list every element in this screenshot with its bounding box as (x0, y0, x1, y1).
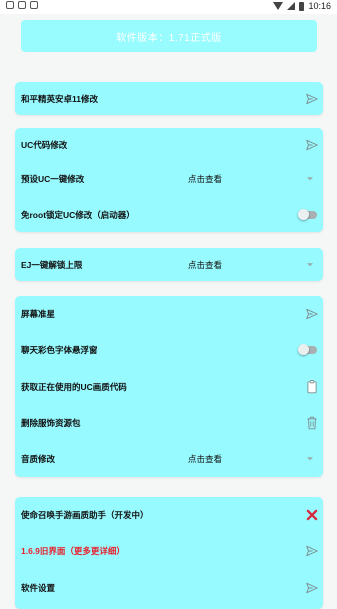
row-label: 获取正在使用的UC画质代码 (21, 381, 127, 392)
row-label: UC代码修改 (21, 139, 68, 150)
row-label: 和平精英安卓11修改 (21, 93, 98, 104)
row-value: 点击查看 (188, 174, 223, 184)
version-banner[interactable]: 软件版本：1.71正式版 (21, 20, 317, 52)
send-icon (306, 308, 318, 319)
row-noroot-lock[interactable]: 免root锁定UC修改（启动器） (15, 197, 323, 232)
card-tools: 屏幕准星 聊天彩色字体悬浮窗 获取正在使用的UC画质代码 删除服饰资源包 音质修… (15, 296, 323, 477)
trash-icon (307, 416, 317, 430)
row-label: 1.6.9旧界面（更多更详细） (21, 546, 125, 556)
card-uc-code: UC代码修改 预设UC一键修改 点击查看 免root锁定UC修改（启动器） (15, 128, 323, 232)
row-uc-code-edit[interactable]: UC代码修改 (15, 128, 323, 161)
row-codm-helper[interactable]: 使命召唤手游画质助手（开发中） (15, 497, 323, 532)
signal-icon (287, 2, 296, 10)
notification-icons (6, 1, 38, 9)
send-icon (306, 582, 318, 594)
chevron-down-icon (307, 457, 313, 461)
row-label: 删除服饰资源包 (21, 418, 81, 428)
send-icon (306, 93, 318, 104)
row-label: 使命召唤手游画质助手（开发中） (21, 509, 149, 520)
toggle-knob (298, 343, 309, 355)
row-label: 软件设置 (21, 583, 56, 593)
row-delete-skin-pack[interactable]: 删除服饰资源包 (15, 405, 323, 441)
notification-icon (30, 1, 38, 9)
clock: 10:16 (308, 1, 331, 11)
status-bar: 10:16 (0, 0, 337, 14)
clipboard-icon (307, 379, 317, 393)
toggle-knob (298, 208, 309, 220)
row-label: 聊天彩色字体悬浮窗 (21, 344, 98, 355)
row-pubg-android11[interactable]: 和平精英安卓11修改 (15, 82, 323, 115)
row-audio-quality[interactable]: 音质修改 点击查看 (15, 441, 323, 477)
notification-icon (6, 1, 14, 9)
row-label: EJ一键解锁上限 (21, 259, 83, 270)
toggle-switch[interactable] (298, 208, 317, 220)
close-icon (306, 509, 318, 520)
toggle-switch[interactable] (298, 343, 317, 355)
battery-icon (299, 1, 305, 11)
card-pubg-android11: 和平精英安卓11修改 (15, 82, 323, 115)
wifi-icon (273, 2, 284, 10)
row-label: 免root锁定UC修改（启动器） (21, 209, 135, 220)
send-icon (306, 139, 318, 150)
chevron-down-icon (307, 262, 313, 266)
row-crosshair[interactable]: 屏幕准星 (15, 296, 323, 331)
send-icon (306, 545, 318, 557)
card-ej-unlock: EJ一键解锁上限 点击查看 (15, 248, 323, 281)
row-get-uc-quality[interactable]: 获取正在使用的UC画质代码 (15, 368, 323, 405)
system-icons: 10:16 (273, 1, 331, 11)
row-chat-color-font[interactable]: 聊天彩色字体悬浮窗 (15, 331, 323, 368)
version-label: 软件版本：1.71正式版 (116, 32, 222, 44)
row-value: 点击查看 (188, 454, 223, 464)
row-app-settings[interactable]: 软件设置 (15, 570, 323, 606)
notification-icon (18, 1, 26, 9)
row-old-ui[interactable]: 1.6.9旧界面（更多更详细） (15, 532, 323, 570)
row-label: 音质修改 (21, 454, 56, 464)
chevron-down-icon (307, 177, 313, 181)
row-ej-unlock[interactable]: EJ一键解锁上限 点击查看 (15, 248, 323, 281)
card-misc: 使命召唤手游画质助手（开发中） 1.6.9旧界面（更多更详细） 软件设置 (15, 497, 323, 609)
row-label: 预设UC一键修改 (21, 174, 85, 184)
row-label: 屏幕准星 (21, 308, 56, 319)
row-value: 点击查看 (188, 259, 223, 270)
row-preset-uc[interactable]: 预设UC一键修改 点击查看 (15, 161, 323, 197)
